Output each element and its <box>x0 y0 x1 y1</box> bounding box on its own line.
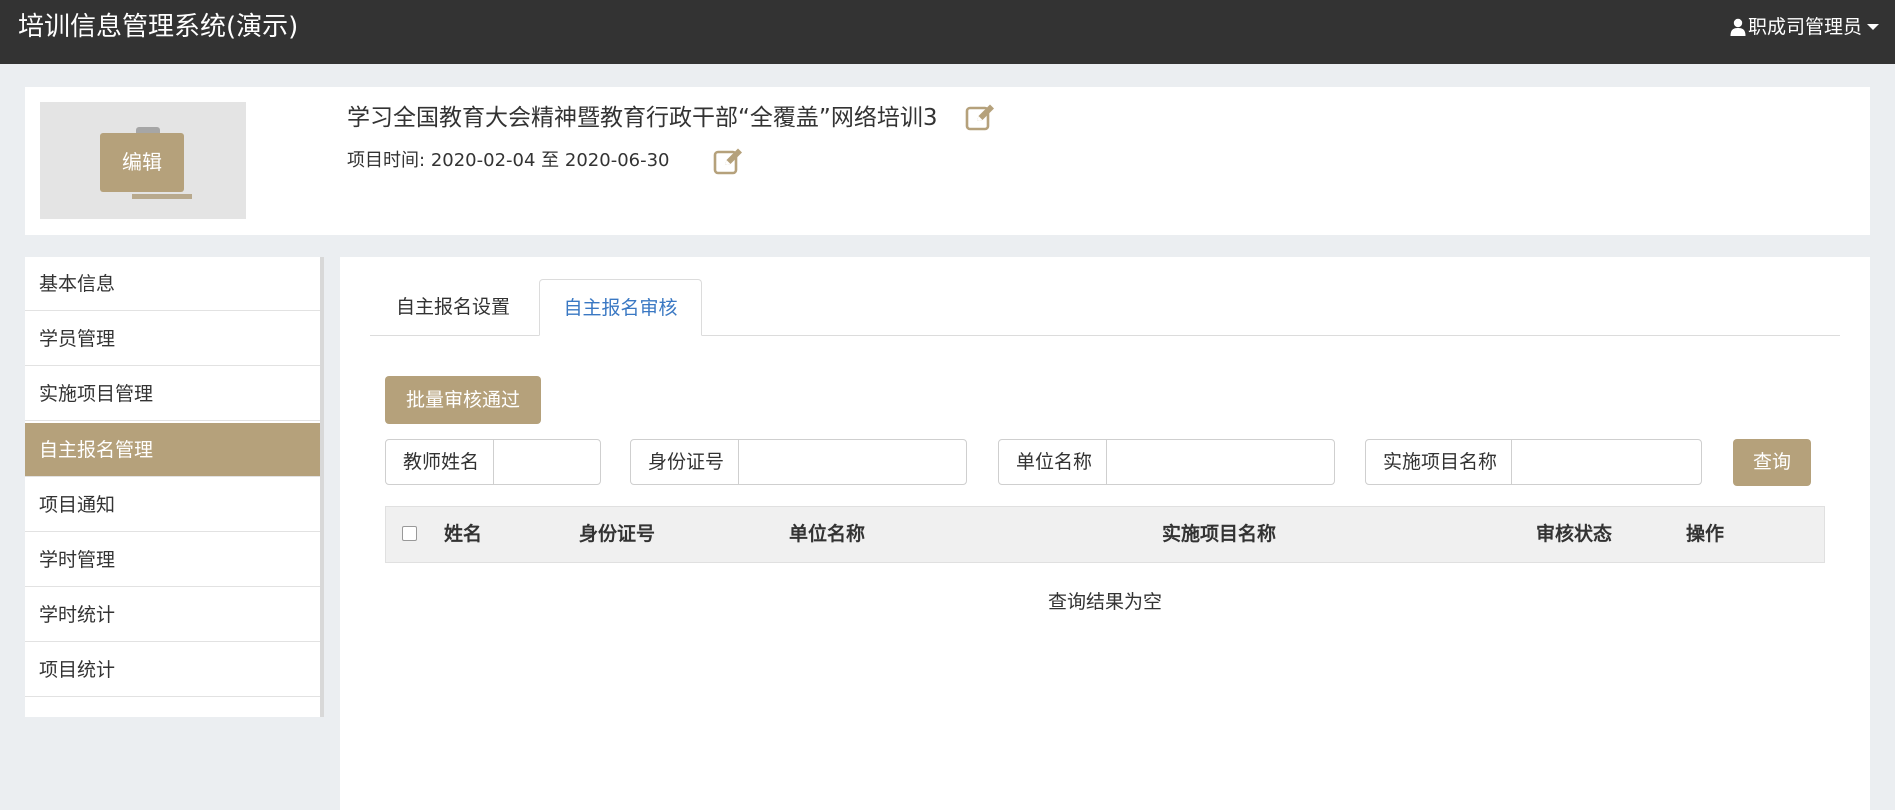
sidebar: 基本信息 学员管理 实施项目管理 自主报名管理 项目通知 学时管理 学时统计 项… <box>25 257 323 717</box>
tab-self-registration-review[interactable]: 自主报名审核 <box>539 279 702 336</box>
unit-name-filter: 单位名称 <box>998 439 1335 485</box>
sidebar-item-project-notices[interactable]: 项目通知 <box>25 478 323 532</box>
project-time-separator: 至 <box>541 150 560 171</box>
tab-self-registration-settings[interactable]: 自主报名设置 <box>370 279 536 336</box>
top-bar: 培训信息管理系统(演示) 职成司管理员 <box>0 0 1895 64</box>
edit-title-icon[interactable] <box>965 102 997 132</box>
column-header-actions: 操作 <box>1686 523 1725 545</box>
project-time-end: 2020-06-30 <box>564 150 670 171</box>
teacher-name-filter: 教师姓名 <box>385 439 601 485</box>
id-number-label: 身份证号 <box>631 440 740 484</box>
sidebar-item-hours-management[interactable]: 学时管理 <box>25 533 323 587</box>
sidebar-item-project-statistics[interactable]: 项目统计 <box>25 643 323 697</box>
project-thumbnail: 编辑 <box>40 102 246 219</box>
user-menu[interactable]: 职成司管理员 <box>1730 14 1879 40</box>
table-header: 姓名 身份证号 单位名称 实施项目名称 审核状态 操作 <box>385 506 1825 563</box>
sidebar-item-implementation-projects[interactable]: 实施项目管理 <box>25 367 323 421</box>
id-number-filter: 身份证号 <box>630 439 967 485</box>
edit-time-icon[interactable] <box>713 146 745 176</box>
id-number-input[interactable] <box>739 440 966 484</box>
main-panel: 自主报名设置 自主报名审核 批量审核通过 教师姓名 身份证号 单位名称 实施项目… <box>340 257 1870 810</box>
column-header-project-name: 实施项目名称 <box>1162 523 1277 545</box>
app-title: 培训信息管理系统(演示) <box>18 12 299 42</box>
teacher-name-label: 教师姓名 <box>386 440 495 484</box>
project-header-card: 编辑 学习全国教育大会精神暨教育行政干部“全覆盖”网络培训3 项目时间: 202… <box>25 87 1870 235</box>
user-icon <box>1730 18 1746 36</box>
empty-result-message: 查询结果为空 <box>1047 591 1162 613</box>
batch-approve-button[interactable]: 批量审核通过 <box>385 376 541 424</box>
column-header-name: 姓名 <box>444 523 483 545</box>
user-name: 职成司管理员 <box>1747 16 1862 38</box>
implementation-project-input[interactable] <box>1512 440 1701 484</box>
implementation-project-label: 实施项目名称 <box>1366 440 1513 484</box>
column-header-review-status: 审核状态 <box>1536 523 1613 545</box>
sidebar-item-student-management[interactable]: 学员管理 <box>25 312 323 366</box>
sidebar-divider <box>320 257 324 717</box>
implementation-project-filter: 实施项目名称 <box>1365 439 1702 485</box>
project-time-label: 项目时间: <box>347 150 426 171</box>
column-header-unit-name: 单位名称 <box>789 523 866 545</box>
edit-thumbnail-button[interactable]: 编辑 <box>100 133 184 192</box>
query-button[interactable]: 查询 <box>1733 439 1811 486</box>
folder-base-decoration <box>132 194 192 199</box>
teacher-name-input[interactable] <box>494 440 600 484</box>
project-time: 项目时间: 2020-02-04 至 2020-06-30 <box>347 147 670 175</box>
unit-name-input[interactable] <box>1107 440 1334 484</box>
sidebar-item-hours-statistics[interactable]: 学时统计 <box>25 588 323 642</box>
column-header-id-number: 身份证号 <box>579 523 656 545</box>
unit-name-label: 单位名称 <box>999 440 1108 484</box>
select-all-checkbox[interactable] <box>402 526 417 541</box>
project-title: 学习全国教育大会精神暨教育行政干部“全覆盖”网络培训3 <box>347 105 938 131</box>
sidebar-item-basic-info[interactable]: 基本信息 <box>25 257 323 311</box>
sidebar-item-self-registration[interactable]: 自主报名管理 <box>25 423 323 477</box>
project-time-start: 2020-02-04 <box>430 150 536 171</box>
caret-down-icon <box>1867 24 1879 30</box>
